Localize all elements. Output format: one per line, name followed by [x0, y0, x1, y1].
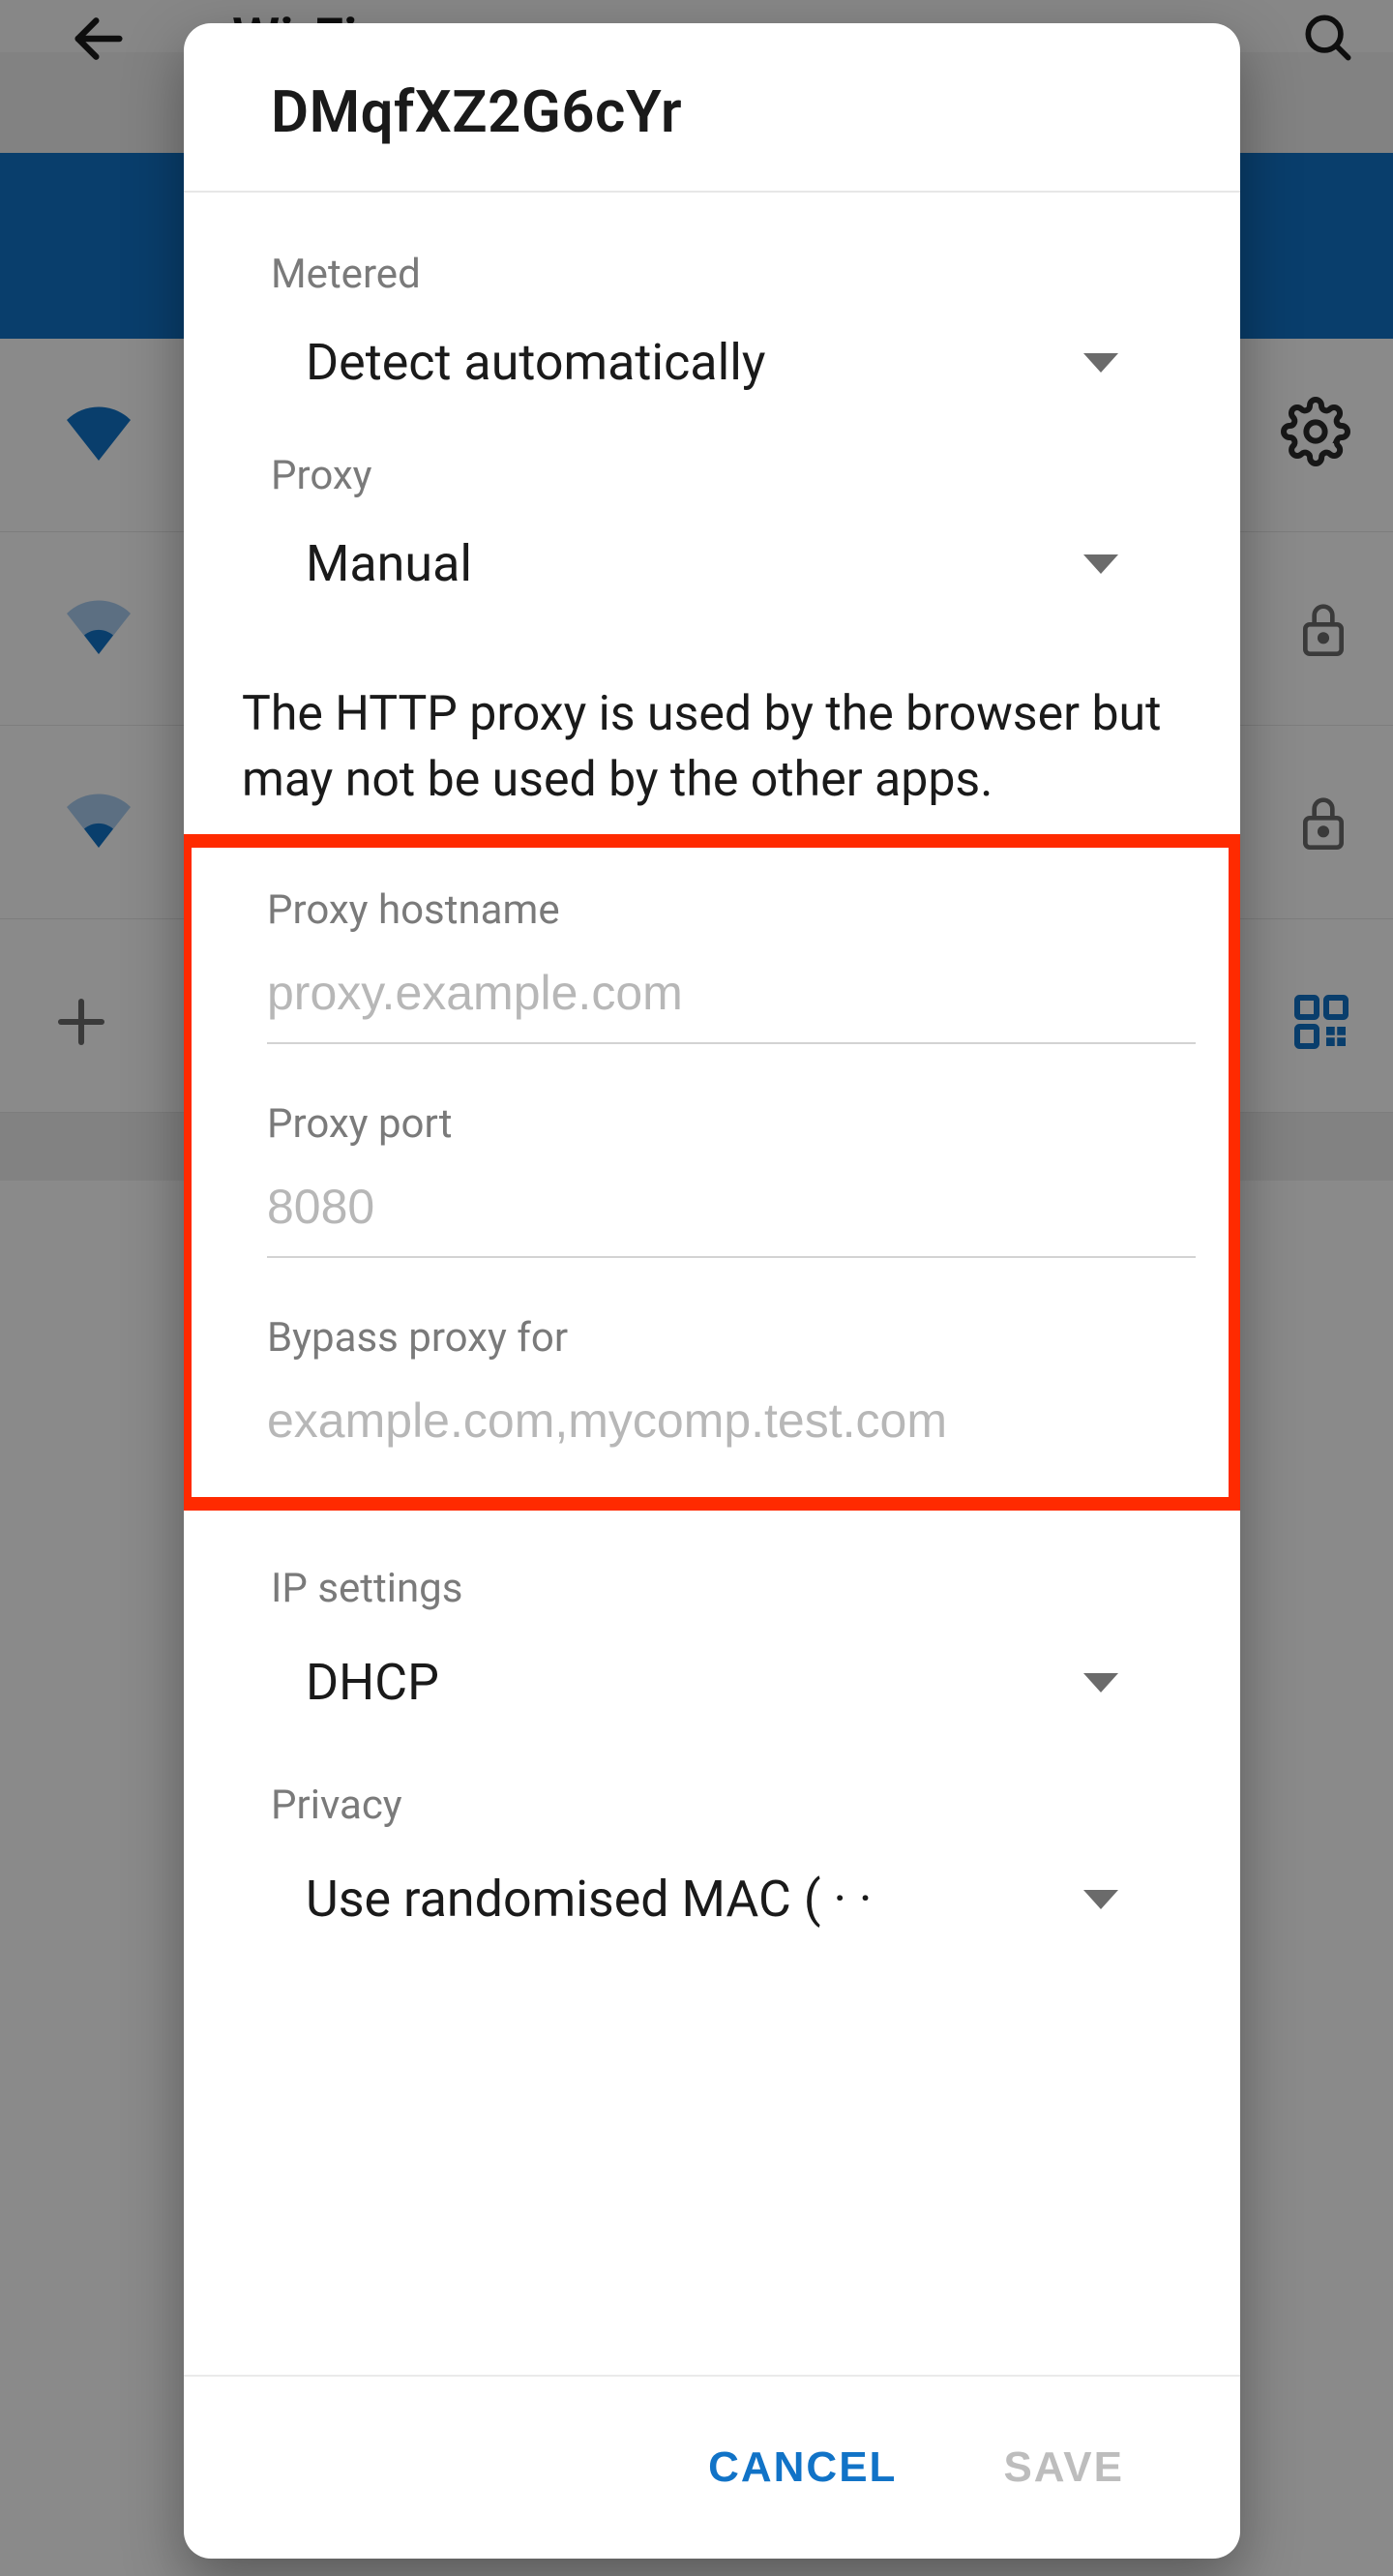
proxy-label: Proxy	[184, 433, 1240, 515]
proxy-hostname-input[interactable]	[267, 947, 1196, 1044]
proxy-fields-highlight: Proxy hostname Proxy port Bypass proxy f…	[184, 834, 1240, 1511]
proxy-info-text: The HTTP proxy is used by the browser bu…	[184, 634, 1240, 834]
proxy-hostname-label: Proxy hostname	[267, 857, 1176, 947]
proxy-dropdown[interactable]: Manual	[184, 515, 1240, 634]
chevron-down-icon	[1083, 1890, 1118, 1909]
dialog-body[interactable]: Metered Detect automatically Proxy Manua…	[184, 193, 1240, 2375]
chevron-down-icon	[1083, 353, 1118, 373]
cancel-button[interactable]: CANCEL	[708, 2443, 897, 2492]
proxy-port-label: Proxy port	[267, 1071, 1176, 1161]
proxy-port-field: Proxy port	[267, 1071, 1176, 1258]
ip-settings-value: DHCP	[306, 1653, 439, 1712]
network-config-dialog: DMqfXZ2G6cYr Metered Detect automaticall…	[184, 23, 1240, 2559]
privacy-value: Use randomised MAC ( · ·	[306, 1870, 873, 1929]
privacy-label: Privacy	[271, 1782, 1153, 1829]
dialog-footer: CANCEL SAVE	[184, 2375, 1240, 2559]
proxy-bypass-label: Bypass proxy for	[267, 1285, 1176, 1375]
proxy-bypass-input[interactable]	[267, 1375, 1196, 1470]
metered-label: Metered	[184, 231, 1240, 314]
ip-settings-dropdown[interactable]: DHCP	[271, 1630, 1153, 1752]
proxy-bypass-field: Bypass proxy for	[267, 1285, 1176, 1470]
chevron-down-icon	[1083, 554, 1118, 574]
chevron-down-icon	[1083, 1673, 1118, 1692]
proxy-port-input[interactable]	[267, 1161, 1196, 1258]
proxy-value: Manual	[306, 534, 472, 593]
privacy-dropdown[interactable]: Use randomised MAC ( · ·	[271, 1846, 1153, 1969]
metered-dropdown[interactable]: Detect automatically	[184, 314, 1240, 433]
metered-value: Detect automatically	[306, 333, 765, 392]
privacy-section: Privacy Use randomised MAC ( · ·	[184, 1752, 1240, 1969]
dialog-header: DMqfXZ2G6cYr	[184, 23, 1240, 193]
proxy-hostname-field: Proxy hostname	[267, 857, 1176, 1044]
ip-settings-section: IP settings DHCP	[184, 1511, 1240, 1752]
save-button[interactable]: SAVE	[1003, 2443, 1124, 2492]
ip-settings-label: IP settings	[271, 1565, 1153, 1612]
dialog-title: DMqfXZ2G6cYr	[271, 77, 1153, 146]
